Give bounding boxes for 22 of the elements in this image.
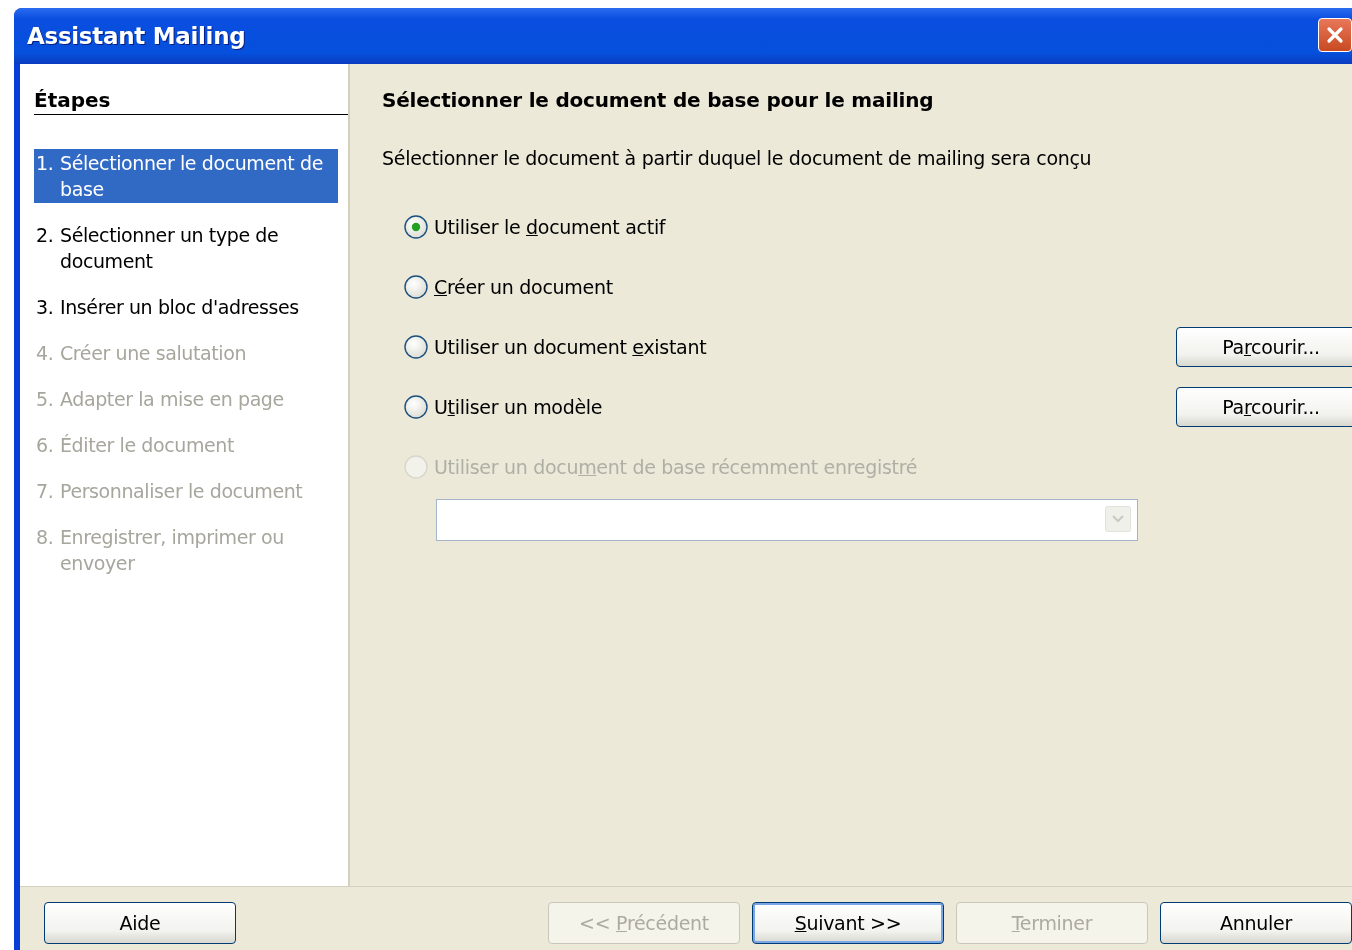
help-button[interactable]: Aide [44, 901, 236, 944]
close-icon [1325, 25, 1345, 45]
close-button[interactable] [1318, 18, 1352, 52]
radio-option[interactable]: Créer un document [404, 275, 613, 299]
radio-button[interactable] [404, 395, 428, 419]
wizard-button[interactable]: Annuler [1160, 901, 1352, 944]
step-item[interactable]: 1. Sélectionner le document de base [34, 149, 338, 203]
radio-option[interactable]: Utiliser un modèle [404, 395, 603, 419]
radio-button[interactable] [404, 335, 428, 359]
browse-button[interactable]: Parcourir... [1176, 327, 1352, 367]
radio-button[interactable] [404, 215, 428, 239]
radio-button[interactable] [404, 275, 428, 299]
radio-option[interactable]: Utiliser un document existant [404, 335, 707, 359]
steps-heading: Étapes [34, 88, 348, 115]
wizard-button[interactable]: Suivant >> [752, 901, 944, 944]
browse-button[interactable]: Parcourir... [1176, 387, 1352, 427]
radio-option[interactable]: Utiliser le document actif [404, 215, 666, 239]
window-title: Assistant Mailing [27, 23, 246, 49]
step-item[interactable]: 3. Insérer un bloc d'adresses [34, 293, 338, 321]
page-title: Sélectionner le document de base pour le mailing [382, 88, 935, 112]
page-description: Sélectionner le document à partir duquel le document de mailing sera conçu [382, 147, 1093, 169]
step-item[interactable]: 2. Sélectionner un type de document [34, 221, 338, 275]
